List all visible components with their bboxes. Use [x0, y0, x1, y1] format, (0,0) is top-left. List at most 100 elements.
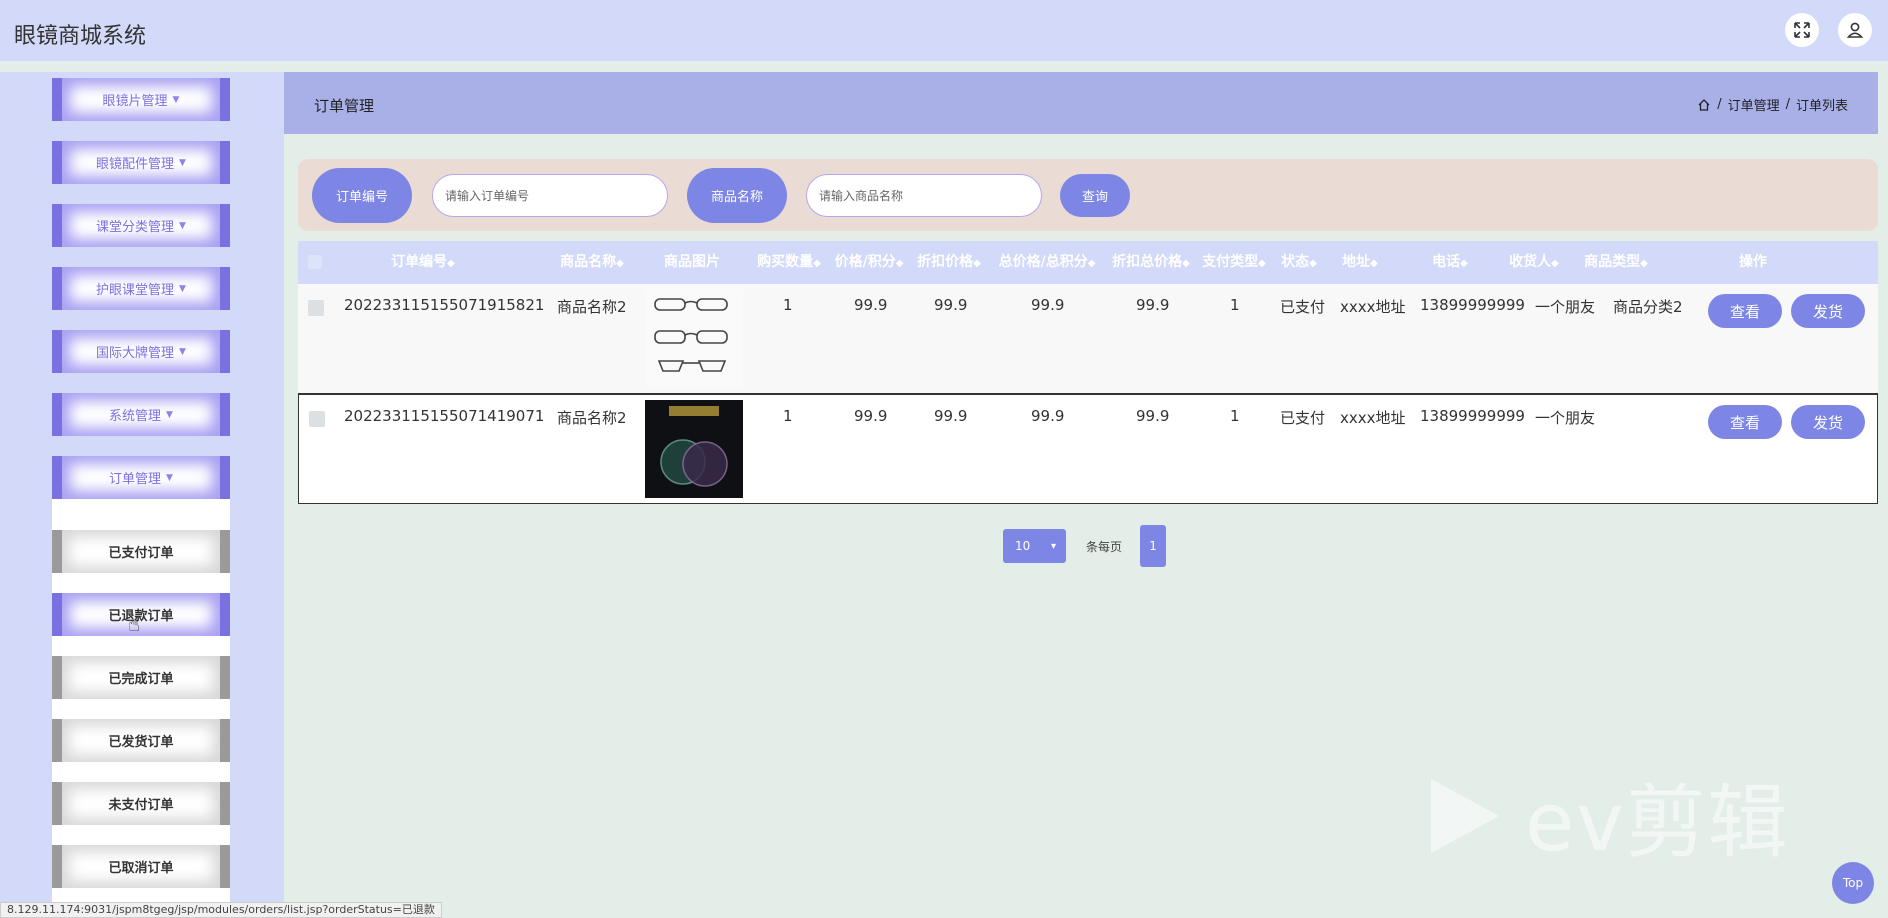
submenu-label: 已取消订单: [108, 861, 174, 876]
column-header-label: 商品名称: [560, 254, 617, 270]
menu-label: 课堂分类管理: [96, 220, 175, 235]
row-checkbox[interactable]: [308, 300, 324, 316]
column-header[interactable]: 总价格/总积分◆: [988, 241, 1106, 284]
column-header-label: 地址: [1342, 254, 1371, 270]
total-price-cell: 99.9: [1031, 407, 1065, 425]
submenu-shipped-orders[interactable]: 已发货订单: [52, 719, 230, 762]
column-header[interactable]: 地址◆: [1328, 241, 1392, 284]
column-header[interactable]: 订单编号◆: [338, 241, 508, 284]
watermark: ev剪辑: [1425, 758, 1790, 874]
search-bar: 订单编号 商品名称 查询: [298, 159, 1878, 231]
phone-cell: 13899999999: [1420, 407, 1525, 425]
home-icon[interactable]: [1697, 98, 1711, 112]
menu-system-management[interactable]: 系统管理 ▼: [52, 393, 230, 436]
menu-eye-care-class-management[interactable]: 护眼课堂管理 ▼: [52, 267, 230, 310]
sort-icon: ◆: [1258, 258, 1266, 269]
column-header[interactable]: 折扣总价格◆: [1106, 241, 1196, 284]
sort-icon: ◆: [1640, 258, 1648, 269]
table-row: 202233115155071419071 商品名称2 1 99.9 99.9 …: [298, 394, 1878, 504]
pagination: 10 ▾ 条每页 1: [1003, 525, 1167, 567]
user-icon[interactable]: [1838, 13, 1872, 47]
column-header[interactable]: 支付类型◆: [1196, 241, 1272, 284]
select-all-checkbox[interactable]: [308, 255, 322, 269]
sort-icon: ◆: [1551, 258, 1559, 269]
table-header: 订单编号◆ 商品名称◆ 商品图片 购买数量◆ 价格/积分◆ 折扣价格◆ 总价格/…: [298, 241, 1878, 284]
column-header[interactable]: 购买数量◆: [750, 241, 828, 284]
menu-class-category-management[interactable]: 课堂分类管理 ▼: [52, 204, 230, 247]
fullscreen-icon[interactable]: [1785, 13, 1819, 47]
sort-icon: ◆: [1309, 258, 1317, 269]
menu-lens-management[interactable]: 眼镜片管理 ▼: [52, 78, 230, 121]
sort-icon: ◆: [895, 258, 904, 269]
watermark-text: ev剪辑: [1525, 776, 1790, 869]
column-header-label: 购买数量: [757, 254, 814, 270]
column-header-label: 折扣总价格: [1112, 254, 1183, 270]
view-button[interactable]: 查看: [1708, 405, 1782, 439]
content-header: 订单管理 / 订单管理 / 订单列表: [284, 72, 1878, 134]
discount-price-cell: 99.9: [934, 407, 968, 425]
column-header[interactable]: 价格/积分◆: [830, 241, 908, 284]
sort-icon: ◆: [616, 258, 624, 269]
product-name-input[interactable]: [806, 174, 1042, 217]
column-header-label: 支付类型: [1202, 254, 1259, 270]
menu-accessory-management[interactable]: 眼镜配件管理 ▼: [52, 141, 230, 184]
column-header-label: 操作: [1739, 254, 1767, 270]
menu-order-management[interactable]: 订单管理 ▼: [52, 456, 230, 499]
column-header[interactable]: 折扣价格◆: [910, 241, 988, 284]
column-header[interactable]: 电话◆: [1410, 241, 1490, 284]
page-number-button[interactable]: 1: [1140, 525, 1167, 567]
orders-table: 订单编号◆ 商品名称◆ 商品图片 购买数量◆ 价格/积分◆ 折扣价格◆ 总价格/…: [298, 241, 1878, 504]
sort-icon: ◆: [973, 258, 981, 269]
column-header-label: 商品图片: [664, 254, 720, 270]
sort-icon: ◆: [1460, 258, 1468, 269]
ship-button[interactable]: 发货: [1791, 405, 1865, 439]
product-name-label: 商品名称: [687, 168, 787, 223]
column-header[interactable]: 商品类型◆: [1574, 241, 1658, 284]
price-cell: 99.9: [854, 296, 888, 314]
caret-down-icon: ▼: [179, 346, 186, 357]
receiver-cell: 一个朋友: [1535, 409, 1596, 427]
view-button[interactable]: 查看: [1708, 294, 1782, 328]
page-size-select[interactable]: 10 ▾: [1003, 529, 1066, 563]
submenu-label: 已发货订单: [108, 735, 174, 750]
sort-icon: ◆: [1370, 258, 1378, 269]
row-checkbox[interactable]: [309, 411, 325, 427]
submenu-label: 已退款订单: [108, 609, 174, 624]
table-row: 202233115155071915821 商品名称2 1 99.9 99.9 …: [298, 284, 1878, 394]
caret-down-icon: ▼: [179, 220, 186, 231]
submenu-completed-orders[interactable]: 已完成订单: [52, 656, 230, 699]
breadcrumb-item[interactable]: 订单管理: [1728, 95, 1780, 114]
menu-label: 护眼课堂管理: [96, 283, 175, 298]
breadcrumb-separator: /: [1785, 97, 1790, 112]
caret-down-icon: ▼: [179, 157, 186, 168]
submenu-cancelled-orders[interactable]: 已取消订单: [52, 845, 230, 888]
product-name-cell: 商品名称2: [557, 298, 627, 316]
product-image-lens: [645, 400, 743, 498]
submenu-paid-orders[interactable]: 已支付订单: [52, 530, 230, 573]
breadcrumb: / 订单管理 / 订单列表: [1697, 95, 1848, 114]
column-header[interactable]: 商品名称◆: [552, 241, 632, 284]
sort-icon: ◆: [447, 258, 455, 269]
back-to-top-button[interactable]: Top: [1832, 862, 1874, 904]
order-number-input[interactable]: [432, 174, 668, 217]
quantity-cell: 1: [783, 296, 793, 314]
column-header[interactable]: 收货人◆: [1494, 241, 1574, 284]
chevron-down-icon: ▾: [1050, 540, 1056, 552]
pay-type-cell: 1: [1230, 296, 1240, 314]
menu-brand-management[interactable]: 国际大牌管理 ▼: [52, 330, 230, 373]
column-header-label: 总价格/总积分: [998, 254, 1088, 270]
submenu-unpaid-orders[interactable]: 未支付订单: [52, 782, 230, 825]
column-header-label: 收货人: [1509, 254, 1552, 270]
total-price-cell: 99.9: [1031, 296, 1065, 314]
column-header[interactable]: 状态◆: [1272, 241, 1326, 284]
status-bar-url: 8.129.11.174:9031/jspm8tgeg/jsp/modules/…: [0, 902, 442, 918]
sort-icon: ◆: [1087, 258, 1096, 269]
menu-label: 系统管理: [109, 409, 162, 424]
menu-label: 眼镜片管理: [102, 94, 168, 109]
discount-total-cell: 99.9: [1136, 407, 1170, 425]
column-header-label: 状态: [1281, 254, 1310, 270]
category-cell: 商品分类2: [1613, 298, 1683, 316]
query-button[interactable]: 查询: [1060, 174, 1130, 217]
submenu-refunded-orders[interactable]: 已退款订单: [52, 593, 230, 636]
ship-button[interactable]: 发货: [1791, 294, 1865, 328]
